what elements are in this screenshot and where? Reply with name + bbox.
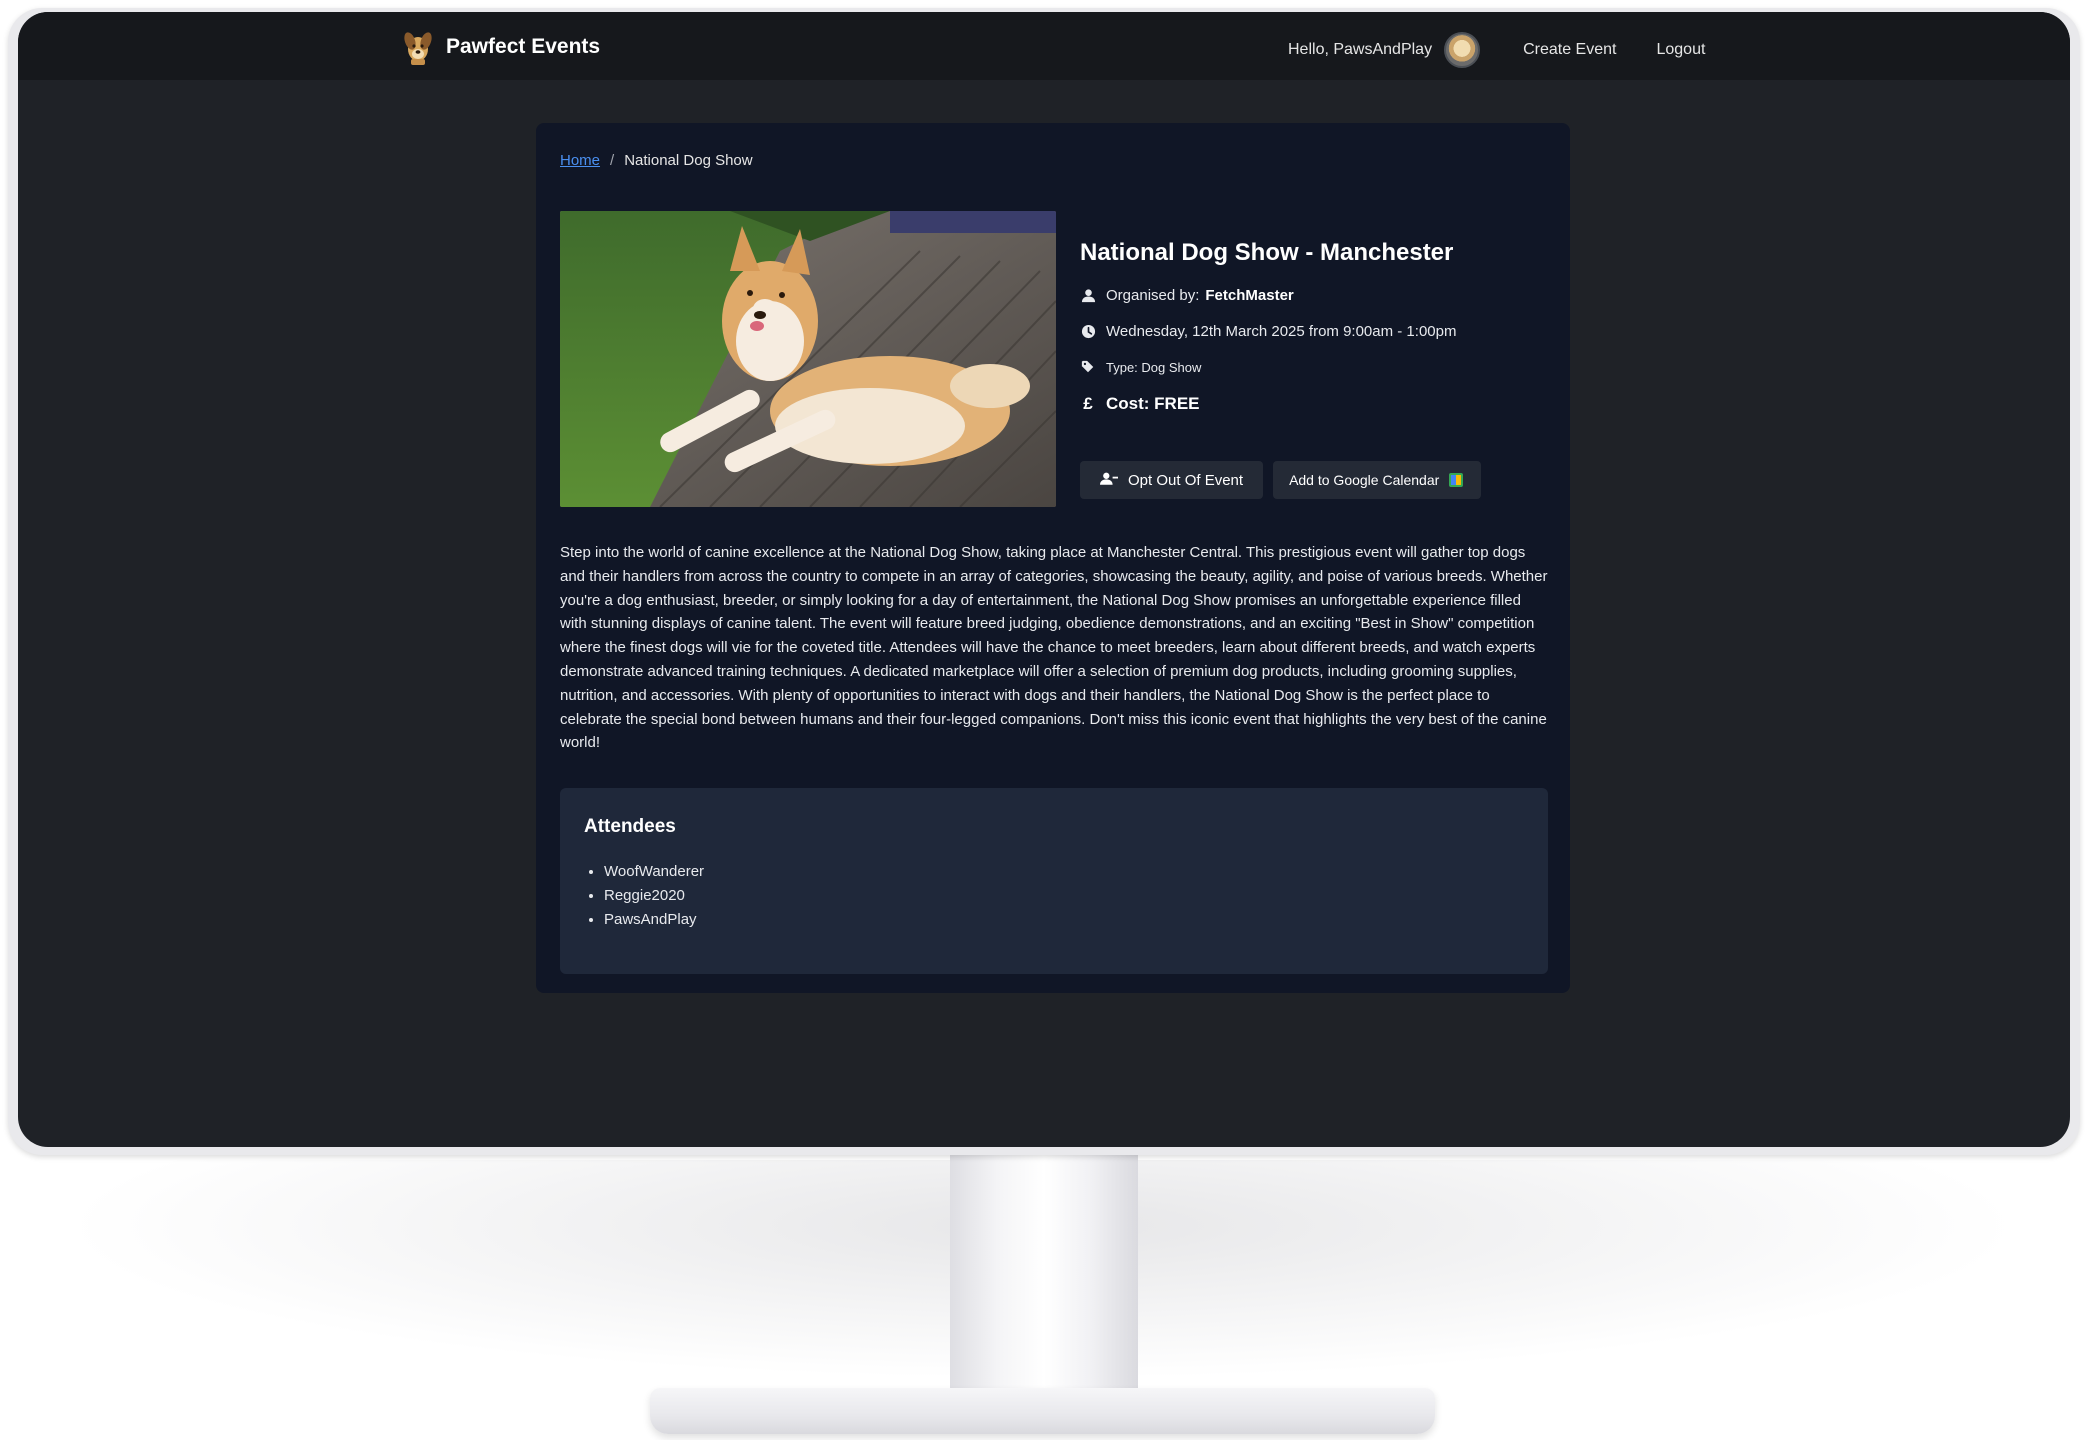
avatar[interactable] <box>1444 32 1481 68</box>
monitor-stand-base <box>650 1388 1435 1434</box>
user-greeting: Hello, PawsAndPlay <box>1288 41 1433 58</box>
create-event-link[interactable]: Create Event <box>1523 41 1616 59</box>
breadcrumb-separator: / <box>610 152 615 169</box>
add-to-google-calendar-button[interactable]: Add to Google Calendar <box>1273 461 1482 499</box>
opt-out-button[interactable]: Opt Out Of Event <box>1080 461 1264 499</box>
event-description: Step into the world of canine excellence… <box>560 544 1548 752</box>
screen: Pawfect Events Hello, PawsAndPlay Create… <box>18 12 2070 1147</box>
nav-right: Hello, PawsAndPlay Create Event Logout <box>1288 32 2070 68</box>
attendees-heading: Attendees <box>584 816 676 837</box>
calendar-button-label: Add to Google Calendar <box>1289 472 1440 488</box>
cost-row: £ Cost: FREE <box>1080 394 1540 414</box>
event-type: Type: Dog Show <box>1106 359 1202 375</box>
event-title: National Dog Show - Manchester <box>1080 239 1454 266</box>
breadcrumb-current: National Dog Show <box>624 152 753 169</box>
attendee-item: Reggie2020 <box>604 884 1524 908</box>
breadcrumb-home-link[interactable]: Home <box>560 152 600 169</box>
opt-out-label: Opt Out Of Event <box>1128 471 1244 489</box>
event-image <box>560 211 1056 507</box>
user-icon <box>1080 288 1096 304</box>
type-row: Type: Dog Show <box>1080 359 1540 375</box>
clock-icon <box>1080 324 1096 340</box>
google-calendar-icon <box>1449 473 1464 487</box>
breadcrumb: Home / National Dog Show <box>560 152 753 169</box>
organiser-row: Organised by: FetchMaster <box>1080 287 1540 304</box>
user-minus-icon <box>1100 471 1118 490</box>
attendee-item: PawsAndPlay <box>604 908 1524 932</box>
user-menu[interactable]: Hello, PawsAndPlay <box>1288 32 1481 68</box>
tag-icon <box>1080 359 1096 375</box>
attendee-item: WoofWanderer <box>604 860 1524 884</box>
brand-name: Pawfect Events <box>446 35 601 58</box>
event-cost: Cost: FREE <box>1106 394 1200 413</box>
event-actions: Opt Out Of Event Add to Google Calendar <box>1080 461 1482 499</box>
pound-icon: £ <box>1083 394 1093 413</box>
event-details: National Dog Show - Manchester Organised… <box>1080 239 1540 433</box>
attendees-list: WoofWanderer Reggie2020 PawsAndPlay <box>584 860 1524 932</box>
organiser-label: Organised by: <box>1106 287 1200 304</box>
event-datetime: Wednesday, 12th March 2025 from 9:00am -… <box>1106 323 1457 340</box>
organiser-name: FetchMaster <box>1205 287 1294 304</box>
logout-link[interactable]: Logout <box>1656 41 1705 59</box>
datetime-row: Wednesday, 12th March 2025 from 9:00am -… <box>1080 323 1540 340</box>
brand-link[interactable]: Pawfect Events <box>402 29 600 65</box>
monitor-stand-neck <box>950 1155 1138 1410</box>
navbar: Pawfect Events Hello, PawsAndPlay Create… <box>18 12 2070 80</box>
event-card: Home / National Dog Show National Dog Sh… <box>536 123 1570 993</box>
dog-logo-icon <box>402 29 434 65</box>
monitor-frame: Pawfect Events Hello, PawsAndPlay Create… <box>8 8 2080 1155</box>
attendees-panel: Attendees WoofWanderer Reggie2020 PawsAn… <box>560 788 1548 974</box>
